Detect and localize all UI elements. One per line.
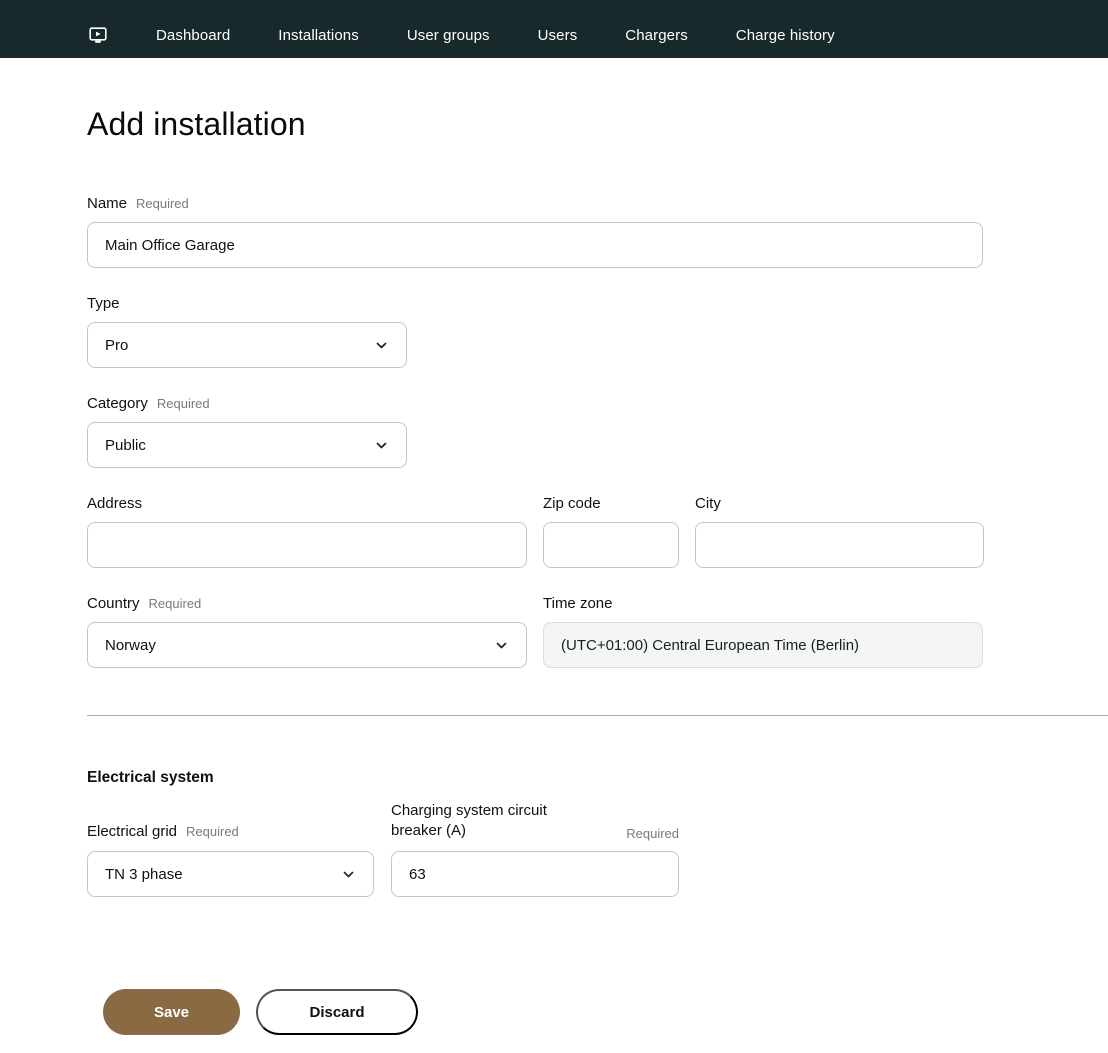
category-field-group: Category Required Public [87,395,1088,468]
nav-item-installations[interactable]: Installations [278,27,359,44]
category-select-value: Public [105,437,146,454]
country-select[interactable]: Norway [87,622,527,668]
electrical-system-section-title: Electrical system [87,769,1088,787]
city-field-group: City [695,495,984,568]
type-select-value: Pro [105,337,128,354]
electrical-row: Electrical grid Required TN 3 phase Char… [87,801,1088,897]
chevron-down-icon [374,438,389,453]
type-label: Type [87,295,120,313]
timezone-label: Time zone [543,595,612,613]
chevron-down-icon [494,638,509,653]
chevron-down-icon [374,338,389,353]
section-divider [87,715,1108,716]
nav-item-users[interactable]: Users [538,27,578,44]
city-label: City [695,495,721,513]
category-label: Category [87,395,148,413]
nav-item-dashboard[interactable]: Dashboard [156,27,230,44]
zip-field-group: Zip code [543,495,679,568]
form-actions: Save Discard [103,989,1088,1035]
main-nav: Dashboard Installations User groups User… [156,27,835,44]
country-label: Country [87,595,140,613]
add-installation-form: Add installation Name Required Type Pro … [0,106,1108,1035]
name-field-group: Name Required [87,195,1088,268]
category-select[interactable]: Public [87,422,407,468]
address-label: Address [87,495,142,513]
page-title: Add installation [87,106,1088,143]
name-label: Name [87,195,127,213]
zip-input[interactable] [543,522,679,568]
circuit-breaker-required-badge: Required [626,826,679,841]
country-select-value: Norway [105,637,156,654]
app-logo[interactable] [88,25,108,46]
address-field-group: Address [87,495,527,568]
electrical-grid-required-badge: Required [186,824,239,839]
chevron-down-icon [341,867,356,882]
top-nav-bar: Dashboard Installations User groups User… [0,0,1108,58]
name-input[interactable] [87,222,983,268]
type-field-group: Type Pro [87,295,1088,368]
timezone-field-group: Time zone (UTC+01:00) Central European T… [543,595,983,668]
electrical-grid-field-group: Electrical grid Required TN 3 phase [87,823,374,897]
discard-button[interactable]: Discard [256,989,418,1035]
electrical-grid-label: Electrical grid [87,823,177,841]
play-screen-icon [88,25,108,46]
city-input[interactable] [695,522,984,568]
nav-item-chargers[interactable]: Chargers [625,27,688,44]
timezone-readonly-field: (UTC+01:00) Central European Time (Berli… [543,622,983,668]
country-row: Country Required Norway Time zone (UTC+0… [87,595,1088,668]
nav-item-user-groups[interactable]: User groups [407,27,490,44]
name-required-badge: Required [136,196,189,211]
electrical-grid-select-value: TN 3 phase [105,866,183,883]
zip-label: Zip code [543,495,601,513]
circuit-breaker-input[interactable] [391,851,679,897]
type-select[interactable]: Pro [87,322,407,368]
circuit-breaker-field-group: Charging system circuit breaker (A) Requ… [391,801,679,897]
category-required-badge: Required [157,396,210,411]
address-row: Address Zip code City [87,495,1088,568]
address-input[interactable] [87,522,527,568]
circuit-breaker-label: Charging system circuit breaker (A) [391,801,581,841]
nav-item-charge-history[interactable]: Charge history [736,27,835,44]
country-required-badge: Required [149,596,202,611]
timezone-value: (UTC+01:00) Central European Time (Berli… [561,637,859,654]
save-button[interactable]: Save [103,989,240,1035]
electrical-grid-select[interactable]: TN 3 phase [87,851,374,897]
country-field-group: Country Required Norway [87,595,527,668]
